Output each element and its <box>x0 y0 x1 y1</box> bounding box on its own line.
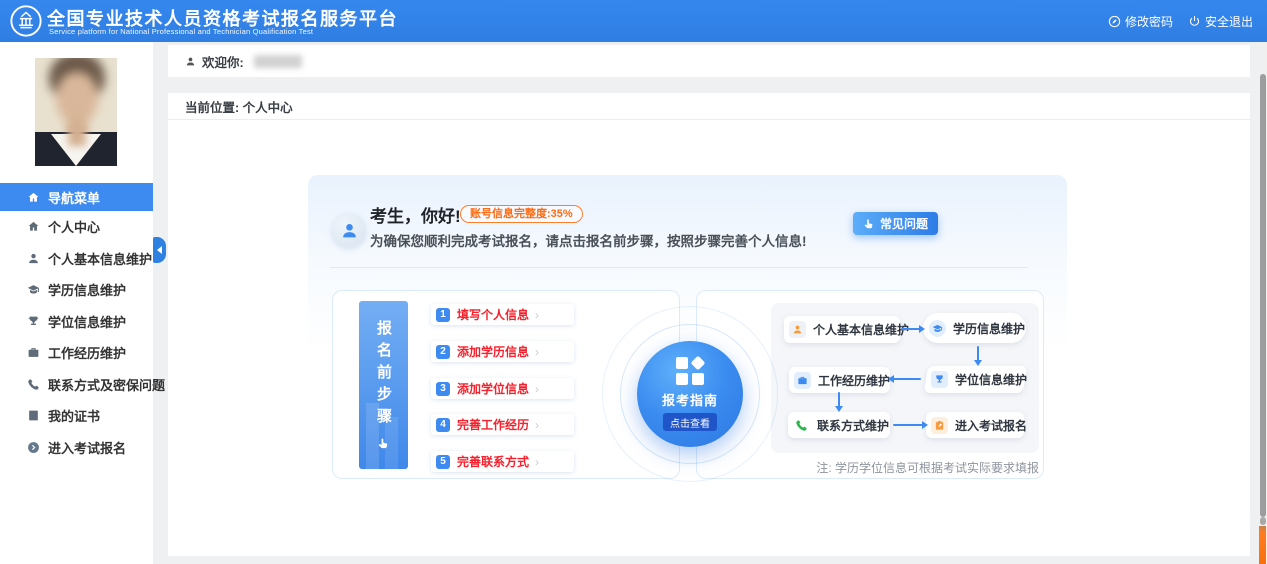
chevron-right-icon <box>535 383 539 395</box>
platform-subtitle: Service platform for National Profession… <box>49 27 313 36</box>
power-icon <box>1188 15 1201 28</box>
change-password-button[interactable]: 修改密码 <box>1108 13 1173 30</box>
faq-button[interactable]: 常见问题 <box>853 212 938 235</box>
step-fill-personal-info[interactable]: 1 填写个人信息 <box>431 304 574 325</box>
user-icon <box>789 321 806 338</box>
user-icon <box>185 56 196 67</box>
flow-node-work-experience[interactable]: 工作经历维护 <box>789 367 890 393</box>
chevron-right-icon <box>535 456 539 468</box>
sidebar-item-personal-center[interactable]: 个人中心 <box>0 211 153 243</box>
redacted-username <box>254 55 302 68</box>
header-actions: 修改密码 安全退出 <box>1108 0 1253 42</box>
flow-arrow <box>977 346 979 361</box>
chevron-right-icon <box>535 309 539 321</box>
graduation-cap-icon <box>929 320 946 337</box>
sidebar-item-education-info[interactable]: 学历信息维护 <box>0 274 153 306</box>
app-header: 全国专业技术人员资格考试报名服务平台 Service platform for … <box>0 0 1267 42</box>
user-icon <box>27 252 40 265</box>
phone-icon <box>27 378 40 391</box>
flow-diagram-panel: 个人基本信息维护 学历信息维护 学位信息维护 工作经历维护 联系方式维护 进入考… <box>696 290 1044 479</box>
flow-arrow <box>901 328 920 330</box>
step-number-badge: 5 <box>436 455 450 469</box>
chevron-right-icon <box>535 419 539 431</box>
step-complete-contact[interactable]: 5 完善联系方式 <box>431 451 574 472</box>
sidebar-item-work-experience[interactable]: 工作经历维护 <box>0 337 153 369</box>
breadcrumb-label: 当前位置: 个人中心 <box>185 97 293 116</box>
pre-registration-steps-panel: 报名前步骤 1 填写个人信息 2 添加学历信息 3 添加学位信息 4 完善工作经… <box>332 290 680 479</box>
sidebar-nav-list: 个人中心 个人基本信息维护 学历信息维护 学位信息维护 工作经历维护 联系方式及… <box>0 211 153 463</box>
menu-home-icon <box>27 191 40 204</box>
logout-button[interactable]: 安全退出 <box>1188 13 1253 30</box>
step-number-badge: 4 <box>436 418 450 432</box>
platform-logo-icon <box>9 4 43 38</box>
chevron-right-icon <box>535 346 539 358</box>
certificate-icon <box>27 409 40 422</box>
sidebar: 导航菜单 个人中心 个人基本信息维护 学历信息维护 学位信息维护 工作经历维护 <box>0 42 153 564</box>
scrollbar-thumb[interactable] <box>1260 74 1266 517</box>
phone-icon <box>793 417 810 434</box>
sidebar-collapse-toggle[interactable] <box>153 237 166 263</box>
degree-trophy-icon <box>27 315 40 328</box>
sidebar-item-degree-info[interactable]: 学位信息维护 <box>0 306 153 338</box>
click-to-view-badge: 点击查看 <box>663 413 717 431</box>
greeting-title: 考生，你好! <box>370 202 461 227</box>
pointing-hand-icon <box>863 218 875 230</box>
flow-note: 注: 学历学位信息可根据考试实际要求填报 <box>697 459 1039 476</box>
clipboard-icon <box>931 417 948 434</box>
flow-node-education[interactable]: 学历信息维护 <box>923 313 1026 343</box>
orange-scroll-marker <box>1259 526 1266 564</box>
pointing-hand-icon <box>377 437 390 450</box>
briefcase-icon <box>794 372 811 389</box>
completeness-badge: 账号信息完整度:35% <box>460 205 583 223</box>
flow-arrow <box>893 378 921 380</box>
home-icon <box>27 220 40 233</box>
divider <box>330 267 1028 268</box>
graduation-cap-icon <box>27 283 40 296</box>
sidebar-nav-header: 导航菜单 <box>0 183 153 211</box>
flow-arrow <box>893 424 923 426</box>
welcome-bar: 欢迎你: <box>168 45 1250 77</box>
personal-center-card: 考生，你好! 账号信息完整度:35% 为确保您顺利完成考试报名，请点击报名前步骤… <box>308 175 1067 515</box>
sidebar-item-basic-info[interactable]: 个人基本信息维护 <box>0 243 153 275</box>
flow-node-degree[interactable]: 学位信息维护 <box>924 366 1027 393</box>
welcome-label: 欢迎你: <box>202 52 244 71</box>
flow-node-contact[interactable]: 联系方式维护 <box>788 412 890 438</box>
sidebar-item-contact-security[interactable]: 联系方式及密保问题 <box>0 369 153 401</box>
sidebar-item-my-certificates[interactable]: 我的证书 <box>0 400 153 432</box>
step-add-education[interactable]: 2 添加学历信息 <box>431 341 574 362</box>
sidebar-item-enter-registration[interactable]: 进入考试报名 <box>0 432 153 464</box>
instruction-text: 为确保您顺利完成考试报名，请点击报名前步骤，按照步骤完善个人信息! <box>370 230 807 250</box>
exam-registration-portal: 全国专业技术人员资格考试报名服务平台 Service platform for … <box>0 0 1267 564</box>
step-add-degree[interactable]: 3 添加学位信息 <box>431 378 574 399</box>
avatar <box>332 213 366 247</box>
steps-banner: 报名前步骤 <box>359 301 408 469</box>
flow-node-enter-registration[interactable]: 进入考试报名 <box>926 412 1024 438</box>
flow-node-basic-info[interactable]: 个人基本信息维护 <box>784 316 900 343</box>
step-number-badge: 2 <box>436 345 450 359</box>
edit-circle-icon <box>1108 15 1121 28</box>
steps-banner-label: 报名前步骤 <box>373 320 394 430</box>
step-complete-work[interactable]: 4 完善工作经历 <box>431 414 574 435</box>
breadcrumb: 当前位置: 个人中心 <box>168 93 1250 120</box>
step-number-badge: 3 <box>436 382 450 396</box>
scrollbar-thumb-end <box>1260 517 1266 525</box>
briefcase-icon <box>27 346 40 359</box>
candidate-photo <box>35 58 117 166</box>
exam-guide-button[interactable]: 报考指南 点击查看 <box>637 341 743 447</box>
grid-squares-icon <box>676 357 704 385</box>
step-number-badge: 1 <box>436 308 450 322</box>
enter-arrow-icon <box>27 441 40 454</box>
degree-trophy-icon <box>931 371 948 388</box>
flow-arrow <box>838 392 840 407</box>
